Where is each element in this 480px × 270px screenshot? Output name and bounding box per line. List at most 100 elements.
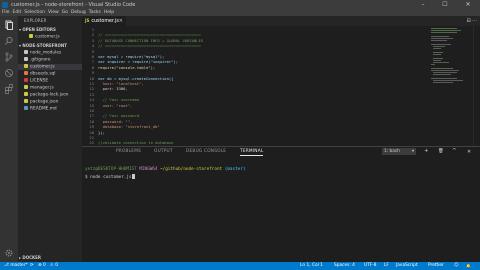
code-line: host: "localhost", xyxy=(98,81,144,86)
trash-icon[interactable]: 🗑 xyxy=(438,149,444,154)
editor-actions[interactable]: ⊟ ··· xyxy=(466,16,477,26)
line-number: 1 xyxy=(91,27,94,32)
menu-bar: File Edit Selection View Go Debug Tasks … xyxy=(0,9,480,16)
line-number: 9 xyxy=(91,70,94,76)
file-item-node-modules[interactable]: node_modules xyxy=(18,50,82,56)
menu-file[interactable]: File xyxy=(2,10,10,15)
line-number: 11 xyxy=(89,81,94,86)
sync-icon[interactable]: ⟳ xyxy=(30,262,34,270)
minimize-button[interactable]: – xyxy=(415,0,431,9)
gear-icon[interactable] xyxy=(4,248,14,258)
open-editor-item[interactable]: customer.js xyxy=(18,34,82,40)
menu-debug[interactable]: Debug xyxy=(71,10,86,15)
js-file-icon: JS xyxy=(85,18,90,23)
explorer-sidebar: EXPLORER ▾ OPEN EDITORS customer.js ▾ NO… xyxy=(18,16,82,262)
indentation[interactable]: Spaces: 4 xyxy=(334,262,355,270)
tab-terminal[interactable]: TERMINAL xyxy=(240,149,264,156)
editor-scrollbar[interactable] xyxy=(473,26,478,146)
vscode-logo-icon xyxy=(2,1,8,8)
project-header[interactable]: ▾ NODE-STOREFRONT xyxy=(19,43,67,48)
js-file-icon xyxy=(24,85,28,89)
line-number: 18 xyxy=(89,118,94,124)
code-line: //validate connection to database xyxy=(98,140,174,146)
encoding[interactable]: UTF-8 xyxy=(364,262,377,270)
extensions-icon[interactable] xyxy=(4,84,14,94)
tab-customer-js[interactable]: JS customer.js × xyxy=(82,16,126,26)
line-number: 2 xyxy=(91,32,94,38)
code-editor[interactable]: 1 2 3 4 5 6 7 8 9 10 11 12 13 14 15 16 1… xyxy=(82,26,427,146)
menu-help[interactable]: Help xyxy=(104,10,114,15)
menu-tasks[interactable]: Tasks xyxy=(89,10,101,15)
menu-go[interactable]: Go xyxy=(62,10,68,15)
explorer-icon[interactable] xyxy=(4,20,14,30)
terminal-input-line[interactable]: $ node customer.js xyxy=(85,174,135,180)
window-title: customer.js - node-storefront - Visual S… xyxy=(11,1,136,8)
chevron-down-icon: ▾ xyxy=(411,149,414,154)
code-line: password: "", xyxy=(98,118,133,124)
database-file-icon xyxy=(24,71,28,75)
code-line: // =====================================… xyxy=(98,32,201,38)
status-bar: ⎇ master* ⟳ ⊗ 0 ⚠ 0 Ln 1, Col 1 Spaces: … xyxy=(0,262,480,270)
code-line: var db = mysql.createConnection({ xyxy=(98,75,174,81)
code-line: // DATABASE CONNECTION INFO + GLOBAL VAR… xyxy=(98,37,204,43)
warnings-count[interactable]: ⚠ 0 xyxy=(50,262,58,270)
branch-indicator[interactable]: ⎇ master* xyxy=(4,262,28,270)
errors-count[interactable]: ⊗ 0 xyxy=(38,262,46,270)
markdown-file-icon xyxy=(24,106,28,110)
bell-icon[interactable]: 🔔 xyxy=(466,262,471,270)
code-line: user: "root", xyxy=(98,102,133,108)
line-number: 12 xyxy=(89,86,94,92)
file-item-manager-js[interactable]: manager.js xyxy=(18,85,82,91)
minimap[interactable] xyxy=(427,26,471,146)
add-terminal-icon[interactable]: + xyxy=(424,148,429,154)
line-number-gutter: 1 2 3 4 5 6 7 8 9 10 11 12 13 14 15 16 1… xyxy=(82,26,96,146)
docker-section-header[interactable]: ▸ DOCKER xyxy=(19,255,41,260)
activity-bar xyxy=(0,16,18,262)
code-line: // =====================================… xyxy=(98,43,201,49)
prompt-branch: (master) xyxy=(224,167,246,172)
cursor-position[interactable]: Ln 1, Col 1 xyxy=(300,262,323,270)
tab-problems[interactable]: PROBLEMS xyxy=(116,149,141,154)
tab-debug-console[interactable]: DEBUG CONSOLE xyxy=(186,149,226,154)
file-item-dbseeds[interactable]: dbseeds.sql xyxy=(18,71,82,77)
file-item-package-lock[interactable]: package-lock.json xyxy=(18,92,82,98)
code-line: var mysql = require("mysql"); xyxy=(98,54,165,59)
open-editors-header[interactable]: ▾ OPEN EDITORS xyxy=(19,27,56,32)
explorer-title: EXPLORER xyxy=(24,18,47,23)
bottom-panel: PROBLEMS OUTPUT DEBUG CONSOLE TERMINAL 1… xyxy=(82,146,480,262)
menu-selection[interactable]: Selection xyxy=(24,10,45,15)
line-number: 13 xyxy=(89,91,94,97)
code-line: port: 3306, xyxy=(98,86,128,92)
close-tab-icon[interactable]: × xyxy=(119,16,123,26)
line-number: 15 xyxy=(89,102,94,108)
file-item-readme[interactable]: README.md xyxy=(18,106,82,112)
line-ending[interactable]: LF xyxy=(384,262,389,270)
maximize-button[interactable]: ☐ xyxy=(437,0,453,9)
prompt-path: ~/github/node-storefront xyxy=(160,167,223,172)
menu-edit[interactable]: Edit xyxy=(13,10,22,15)
line-number: 20 xyxy=(89,129,94,135)
line-number: 7 xyxy=(91,59,94,65)
formatter[interactable]: Prettier xyxy=(428,262,444,270)
file-item-package-json[interactable]: package.json xyxy=(18,99,82,105)
maximize-panel-icon[interactable]: ^ xyxy=(452,148,457,154)
line-number: 6 xyxy=(91,54,94,59)
js-file-icon xyxy=(24,64,28,68)
source-control-icon[interactable] xyxy=(4,52,14,62)
close-window-button[interactable]: ✕ xyxy=(460,0,476,9)
file-item-customer-js[interactable]: customer.js xyxy=(18,64,82,70)
json-file-icon xyxy=(24,92,28,96)
code-line: database: "storefront_db" xyxy=(98,124,160,130)
debug-icon[interactable] xyxy=(4,68,14,78)
close-panel-icon[interactable]: ✕ xyxy=(467,149,471,155)
language-mode[interactable]: JavaScript xyxy=(396,262,418,270)
search-icon[interactable] xyxy=(4,36,14,46)
git-file-icon xyxy=(24,57,28,61)
menu-view[interactable]: View xyxy=(48,10,59,15)
feedback-icon[interactable]: ☺ xyxy=(454,262,458,270)
file-item-license[interactable]: LICENSE xyxy=(18,78,82,84)
file-item-gitignore[interactable]: .gitignore xyxy=(18,57,82,63)
line-number: 3 xyxy=(91,37,94,43)
terminal-select[interactable]: 1: bash ▾ xyxy=(382,148,416,155)
tab-output[interactable]: OUTPUT xyxy=(154,149,173,154)
